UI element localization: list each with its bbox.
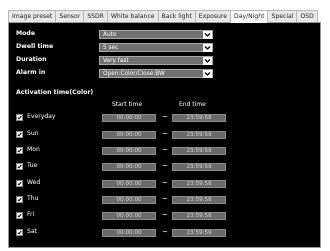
duration-value: Very fast xyxy=(103,58,129,64)
chevron-down-icon[interactable] xyxy=(203,44,212,52)
day-label: Fri xyxy=(27,211,35,218)
chevron-down-icon[interactable] xyxy=(203,57,212,65)
end-time-input[interactable]: 23:59:59 xyxy=(172,212,226,220)
range-separator: ~ xyxy=(162,228,168,236)
range-separator: ~ xyxy=(162,130,168,138)
day-label: Tue xyxy=(27,162,38,169)
start-time-input[interactable]: 00:00:00 xyxy=(102,131,156,139)
end-time-input[interactable]: 23:59:59 xyxy=(172,196,226,204)
tab-sensor[interactable]: Sensor xyxy=(55,10,85,22)
mode-label: Mode xyxy=(16,30,36,37)
mode-select[interactable]: Auto xyxy=(99,30,213,39)
start-time-header: Start time xyxy=(112,101,143,108)
day-label: Thu xyxy=(27,195,39,202)
day-label: Mon xyxy=(27,146,40,153)
tab-osd[interactable]: OSD xyxy=(296,10,318,22)
start-time-input[interactable]: 00:00:00 xyxy=(102,212,156,220)
mon-checkbox[interactable] xyxy=(16,147,23,154)
end-time-header: End time xyxy=(179,101,206,108)
tab-image-preset[interactable]: Image preset xyxy=(8,10,57,22)
dwell-time-value: 5 sec xyxy=(103,45,119,51)
duration-label: Duration xyxy=(16,56,47,63)
alarm-in-value: Open:Color/Close:BW xyxy=(103,71,165,77)
end-time-input[interactable]: 23:59:59 xyxy=(172,180,226,188)
wed-checkbox[interactable] xyxy=(16,180,23,187)
sun-checkbox[interactable] xyxy=(16,131,23,138)
start-time-input[interactable]: 00:00:00 xyxy=(102,180,156,188)
start-time-input[interactable]: 00:00:00 xyxy=(102,163,156,171)
start-time-input[interactable]: 00:00:00 xyxy=(102,196,156,204)
thu-checkbox[interactable] xyxy=(16,196,23,203)
tue-checkbox[interactable] xyxy=(16,163,23,170)
tab-day-night[interactable]: Day/Night xyxy=(230,10,269,23)
range-separator: ~ xyxy=(162,162,168,170)
chevron-down-icon[interactable] xyxy=(203,31,212,39)
tab-back-light[interactable]: Back light xyxy=(157,10,196,22)
end-time-input[interactable]: 23:59:59 xyxy=(172,114,226,122)
activation-time-title: Activation time(Color) xyxy=(16,89,94,96)
everyday-checkbox[interactable] xyxy=(16,114,23,121)
range-separator: ~ xyxy=(162,195,168,203)
tab-bar: Image preset Sensor SSDR White balance B… xyxy=(8,10,318,23)
range-separator: ~ xyxy=(162,113,168,121)
end-time-input[interactable]: 23:59:59 xyxy=(172,131,226,139)
tab-exposure[interactable]: Exposure xyxy=(194,10,232,22)
start-time-input[interactable]: 00:00:00 xyxy=(102,147,156,155)
fri-checkbox[interactable] xyxy=(16,212,23,219)
day-night-panel: Mode Auto Dwell time 5 sec Duration Very… xyxy=(8,22,321,248)
chevron-down-icon[interactable] xyxy=(203,70,212,78)
tab-ssdr[interactable]: SSDR xyxy=(83,10,108,22)
dwell-time-label: Dwell time xyxy=(16,43,54,50)
range-separator: ~ xyxy=(162,211,168,219)
alarm-in-select[interactable]: Open:Color/Close:BW xyxy=(99,69,213,78)
start-time-input[interactable]: 00:00:00 xyxy=(102,114,156,122)
range-separator: ~ xyxy=(162,179,168,187)
mode-value: Auto xyxy=(103,32,117,38)
start-time-input[interactable]: 00:00:00 xyxy=(102,229,156,237)
duration-select[interactable]: Very fast xyxy=(99,56,213,65)
alarm-in-label: Alarm in xyxy=(16,69,46,76)
end-time-input[interactable]: 23:59:59 xyxy=(172,229,226,237)
end-time-input[interactable]: 23:59:59 xyxy=(172,147,226,155)
day-label: Sat xyxy=(27,228,37,235)
day-label: Everyday xyxy=(27,113,56,120)
tab-white-balance[interactable]: White balance xyxy=(106,10,159,22)
sat-checkbox[interactable] xyxy=(16,229,23,236)
day-label: Sun xyxy=(27,130,39,137)
range-separator: ~ xyxy=(162,146,168,154)
dwell-time-select[interactable]: 5 sec xyxy=(99,43,213,52)
tab-special[interactable]: Special xyxy=(267,10,298,22)
end-time-input[interactable]: 23:59:59 xyxy=(172,163,226,171)
day-label: Wed xyxy=(27,179,41,186)
